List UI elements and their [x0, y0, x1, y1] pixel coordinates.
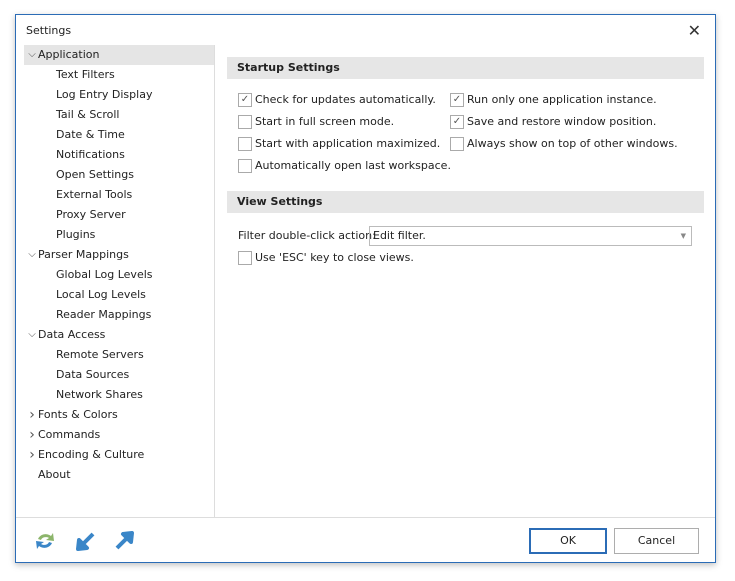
cancel-button[interactable]: Cancel	[614, 528, 699, 554]
tree-item-label: Notifications	[56, 148, 125, 161]
tree-item-label: Log Entry Display	[56, 88, 153, 101]
startup-option-checkbox[interactable]: Automatically open last workspace.	[238, 159, 451, 175]
tree-item-label: Application	[38, 48, 100, 61]
view-settings-header: View Settings	[227, 191, 704, 213]
tree-item-label: Data Sources	[56, 368, 130, 381]
dialog-title: Settings	[26, 24, 72, 37]
dropdown-arrow-icon: ▼	[680, 232, 686, 240]
tree-item[interactable]: › Fonts & Colors	[24, 405, 214, 425]
tree-item-label: About	[38, 468, 71, 481]
tree-item[interactable]: ⌵ Data Access	[24, 325, 214, 345]
chevron-down-icon[interactable]: ⌵	[26, 325, 38, 345]
tree-item-label: Text Filters	[56, 68, 115, 81]
export-arrow-icon[interactable]	[112, 529, 136, 553]
tree-item-label: Fonts & Colors	[38, 408, 118, 421]
filter-action-dropdown[interactable]: Edit filter. ▼	[369, 226, 692, 246]
footer-divider	[16, 517, 715, 518]
tree-item[interactable]: › Commands	[24, 425, 214, 445]
close-icon[interactable]: ✕	[688, 21, 701, 40]
tree-item[interactable]: ⌵ Application	[24, 45, 214, 65]
checkbox-label: Always show on top of other windows.	[467, 137, 678, 150]
tree-item[interactable]: Reader Mappings	[24, 305, 214, 325]
tree-item-label: Commands	[38, 428, 101, 441]
startup-option-checkbox[interactable]: ✓ Check for updates automatically.	[238, 93, 436, 109]
chevron-right-icon[interactable]: ›	[26, 405, 38, 425]
tree-item-label: Global Log Levels	[56, 268, 153, 281]
chevron-right-icon[interactable]: ›	[26, 445, 38, 465]
tree-item[interactable]: Date & Time	[24, 125, 214, 145]
startup-option-checkbox[interactable]: Start in full screen mode.	[238, 115, 394, 131]
chevron-down-icon[interactable]: ⌵	[26, 45, 38, 65]
tree-item[interactable]: Remote Servers	[24, 345, 214, 365]
tree-item-label: Proxy Server	[56, 208, 126, 221]
tree-item-label: Reader Mappings	[56, 308, 152, 321]
tree-item-label: Parser Mappings	[38, 248, 129, 261]
tree-item[interactable]: Open Settings	[24, 165, 214, 185]
startup-option-checkbox[interactable]: ✓ Run only one application instance.	[450, 93, 657, 109]
startup-option-checkbox[interactable]: Start with application maximized.	[238, 137, 440, 153]
startup-option-checkbox[interactable]: ✓ Save and restore window position.	[450, 115, 656, 131]
tree-item[interactable]: ⌵ Parser Mappings	[24, 245, 214, 265]
settings-tree: ⌵ Application Text Filters Log Entry Displa…	[24, 45, 215, 518]
tree-item[interactable]: Log Entry Display	[24, 85, 214, 105]
import-arrow-icon[interactable]	[74, 529, 98, 553]
tree-item[interactable]: Notifications	[24, 145, 214, 165]
checkbox-box	[238, 137, 252, 151]
checkbox-box	[238, 251, 252, 265]
checkbox-label: Save and restore window position.	[467, 115, 657, 128]
checkbox-box: ✓	[450, 115, 464, 129]
tree-item-label: Remote Servers	[56, 348, 144, 361]
tree-item-label: Encoding & Culture	[38, 448, 145, 461]
tree-item-label: Open Settings	[56, 168, 134, 181]
tree-item-label: Local Log Levels	[56, 288, 146, 301]
checkbox-label: Use 'ESC' key to close views.	[255, 251, 414, 264]
tree-item[interactable]: About	[24, 465, 214, 485]
tree-item-label: Tail & Scroll	[56, 108, 120, 121]
tree-item[interactable]: Plugins	[24, 225, 214, 245]
tree-item[interactable]: Data Sources	[24, 365, 214, 385]
checkbox-label: Check for updates automatically.	[255, 93, 436, 106]
startup-settings-header: Startup Settings	[227, 57, 704, 79]
esc-close-checkbox[interactable]: Use 'ESC' key to close views.	[238, 251, 414, 267]
checkbox-label: Automatically open last workspace.	[255, 159, 451, 172]
tree-item-label: Network Shares	[56, 388, 143, 401]
tree-item[interactable]: Local Log Levels	[24, 285, 214, 305]
checkbox-box	[238, 115, 252, 129]
tree-item[interactable]: External Tools	[24, 185, 214, 205]
startup-option-checkbox[interactable]: Always show on top of other windows.	[450, 137, 678, 153]
tree-item[interactable]: Proxy Server	[24, 205, 214, 225]
filter-action-label: Filter double-click action:	[238, 229, 376, 242]
refresh-icon[interactable]	[33, 529, 57, 553]
checkbox-label: Start in full screen mode.	[255, 115, 395, 128]
tree-item[interactable]: Tail & Scroll	[24, 105, 214, 125]
tree-item[interactable]: Text Filters	[24, 65, 214, 85]
settings-dialog: Settings ✕ ⌵ Application Text Filters Log E…	[15, 14, 716, 563]
tree-item[interactable]: › Encoding & Culture	[24, 445, 214, 465]
checkbox-box: ✓	[450, 93, 464, 107]
tree-item[interactable]: Network Shares	[24, 385, 214, 405]
tree-item-label: Plugins	[56, 228, 96, 241]
ok-button[interactable]: OK	[529, 528, 607, 554]
tree-item-label: Data Access	[38, 328, 106, 341]
checkbox-label: Run only one application instance.	[467, 93, 657, 106]
tree-item-label: Date & Time	[56, 128, 125, 141]
checkbox-box	[450, 137, 464, 151]
chevron-right-icon[interactable]: ›	[26, 425, 38, 445]
tree-item[interactable]: Global Log Levels	[24, 265, 214, 285]
checkbox-box	[238, 159, 252, 173]
tree-item-label: External Tools	[56, 188, 133, 201]
checkbox-box: ✓	[238, 93, 252, 107]
checkbox-label: Start with application maximized.	[255, 137, 441, 150]
filter-action-value: Edit filter.	[373, 229, 426, 242]
chevron-down-icon[interactable]: ⌵	[26, 245, 38, 265]
